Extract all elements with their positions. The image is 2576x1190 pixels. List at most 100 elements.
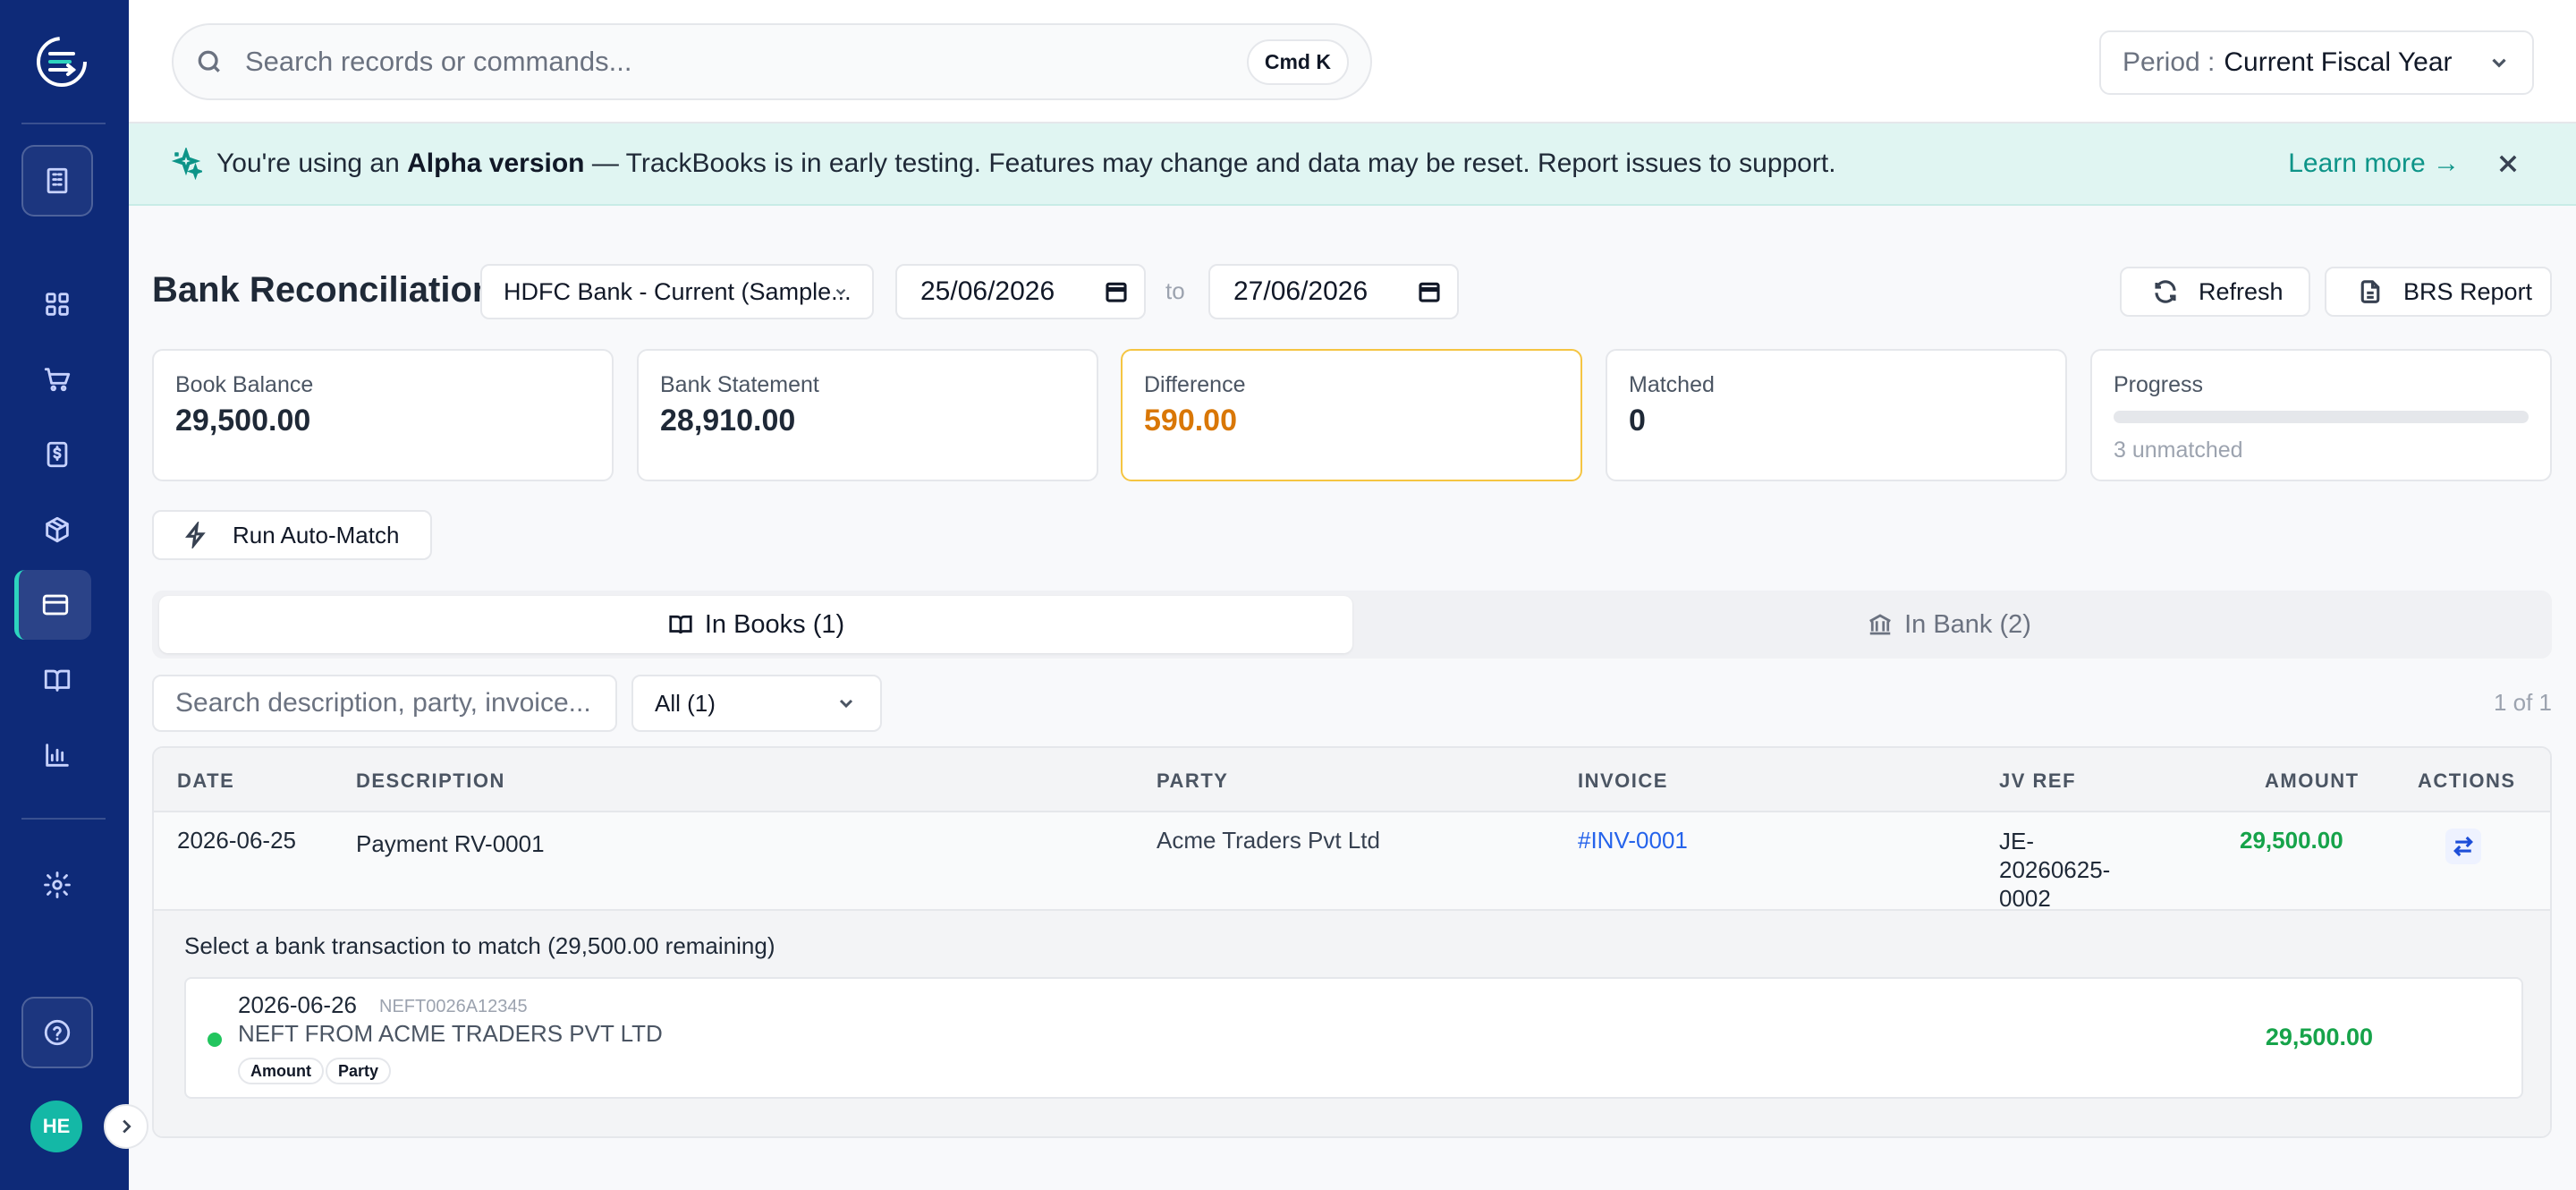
package-icon bbox=[46, 516, 69, 543]
reconciliation-tabs: In Books (1) In Bank (2) bbox=[152, 591, 2552, 659]
book-open-icon bbox=[669, 615, 692, 634]
user-avatar[interactable]: HE bbox=[30, 1101, 82, 1152]
match-status-dot bbox=[208, 1033, 222, 1047]
tab-label: In Books (1) bbox=[704, 609, 845, 639]
sidebar-item-banking[interactable] bbox=[14, 570, 91, 640]
bank-transaction-candidate[interactable]: 2026-06-26 NEFT0026A12345 NEFT FROM ACME… bbox=[184, 977, 2523, 1099]
help-button[interactable] bbox=[21, 997, 93, 1068]
company-switcher-button[interactable] bbox=[21, 145, 93, 217]
sidebar-item-inventory[interactable] bbox=[21, 501, 93, 558]
status-filter-value: All (1) bbox=[655, 689, 716, 717]
refresh-button[interactable]: Refresh bbox=[2120, 267, 2310, 317]
invoice-link[interactable]: #INV-0001 bbox=[1578, 827, 1688, 854]
zap-icon bbox=[184, 522, 206, 548]
bar-chart-icon bbox=[46, 744, 69, 767]
tab-in-books[interactable]: In Books (1) bbox=[159, 596, 1352, 653]
trackbooks-logo-icon[interactable] bbox=[32, 32, 91, 91]
chevron-down-icon bbox=[839, 699, 853, 709]
stat-label: Bank Statement bbox=[660, 372, 819, 397]
cell-date: 2026-06-25 bbox=[177, 827, 296, 854]
stat-value: 28,910.00 bbox=[660, 404, 796, 438]
table-row[interactable]: 2026-06-25 Payment RV-0001 Acme Traders … bbox=[154, 812, 2550, 912]
match-suggestions-panel: Select a bank transaction to match (29,5… bbox=[154, 911, 2550, 1136]
search-icon bbox=[198, 50, 220, 72]
calendar-icon[interactable] bbox=[1103, 278, 1130, 305]
date-from-input[interactable]: 25/06/2026 bbox=[895, 264, 1146, 319]
date-from-value: 25/06/2026 bbox=[920, 276, 1055, 306]
refresh-label: Refresh bbox=[2199, 277, 2284, 305]
status-filter-select[interactable]: All (1) bbox=[631, 675, 882, 732]
bank-account-value: HDFC Bank - Current (Sample... bbox=[504, 277, 852, 305]
command-search-input[interactable]: Search records or commands... Cmd K bbox=[172, 23, 1372, 100]
column-header-actions: ACTIONS bbox=[2418, 769, 2516, 792]
shortcut-badge: Cmd K bbox=[1246, 38, 1349, 85]
match-action-button[interactable] bbox=[2445, 829, 2481, 864]
period-value: Current Fiscal Year bbox=[2224, 47, 2453, 77]
tab-in-bank[interactable]: In Bank (2) bbox=[1352, 596, 2546, 653]
cell-party: Acme Traders Pvt Ltd bbox=[1157, 827, 1380, 854]
date-to-input[interactable]: 27/06/2026 bbox=[1208, 264, 1459, 319]
bank-icon bbox=[1869, 614, 1891, 635]
sidebar-item-ledger[interactable] bbox=[21, 651, 93, 709]
cell-amount: 29,500.00 bbox=[2240, 827, 2343, 854]
building-icon bbox=[47, 167, 68, 194]
match-tag-party: Party bbox=[326, 1058, 392, 1084]
column-header-amount: AMOUNT bbox=[2265, 769, 2360, 792]
help-circle-icon bbox=[44, 1019, 71, 1046]
book-open-icon bbox=[44, 669, 71, 692]
stat-card-matched: Matched 0 bbox=[1606, 349, 2067, 481]
sidebar-divider bbox=[21, 818, 106, 820]
stat-subtext: 3 unmatched bbox=[2114, 438, 2243, 463]
sidebar-item-sales[interactable] bbox=[21, 351, 93, 408]
progress-bar bbox=[2114, 411, 2529, 423]
page-title: Bank Reconciliation bbox=[152, 270, 495, 310]
stat-card-difference: Difference 590.00 bbox=[1121, 349, 1582, 481]
column-header-party: PARTY bbox=[1157, 769, 1229, 792]
sidebar-item-dashboard[interactable] bbox=[21, 276, 93, 333]
match-tag-amount: Amount bbox=[238, 1058, 324, 1084]
date-to-value: 27/06/2026 bbox=[1233, 276, 1368, 306]
chevron-down-icon bbox=[2492, 58, 2506, 68]
stat-label: Progress bbox=[2114, 372, 2204, 397]
table-header: DATE DESCRIPTION PARTY INVOICE JV REF AM… bbox=[154, 748, 2550, 812]
transaction-search-input[interactable]: Search description, party, invoice... bbox=[152, 675, 617, 732]
calendar-icon[interactable] bbox=[1416, 278, 1443, 305]
run-auto-match-button[interactable]: Run Auto-Match bbox=[152, 510, 432, 560]
match-panel-title: Select a bank transaction to match (29,5… bbox=[184, 932, 775, 959]
refresh-icon bbox=[2155, 280, 2176, 303]
sidebar-item-reports[interactable] bbox=[21, 727, 93, 784]
bank-account-select[interactable]: HDFC Bank - Current (Sample... bbox=[480, 264, 874, 319]
file-text-icon bbox=[2360, 280, 2380, 303]
cell-description: Payment RV-0001 bbox=[356, 830, 545, 857]
period-select[interactable]: Period : Current Fiscal Year bbox=[2099, 30, 2534, 95]
stat-label: Difference bbox=[1144, 372, 1246, 397]
receipt-dollar-icon bbox=[47, 441, 68, 468]
brs-report-button[interactable]: BRS Report bbox=[2325, 267, 2552, 317]
sidebar-item-expenses[interactable] bbox=[21, 426, 93, 483]
sidebar-expand-button[interactable] bbox=[104, 1104, 148, 1149]
alpha-banner: You're using an Alpha version — TrackBoo… bbox=[129, 123, 2576, 206]
column-header-invoice: INVOICE bbox=[1578, 769, 1668, 792]
grid-icon bbox=[46, 293, 69, 316]
candidate-date: 2026-06-26 bbox=[238, 991, 357, 1018]
search-placeholder: Search records or commands... bbox=[245, 46, 632, 77]
credit-card-icon bbox=[42, 594, 68, 616]
column-header-jv-ref: JV REF bbox=[1999, 769, 2077, 792]
stat-card-bank-statement: Bank Statement 28,910.00 bbox=[637, 349, 1098, 481]
sidebar-divider bbox=[21, 123, 106, 124]
pagination-info: 1 of 1 bbox=[2493, 689, 2552, 716]
learn-more-link[interactable]: Learn more → bbox=[2288, 149, 2460, 179]
auto-match-label: Run Auto-Match bbox=[233, 521, 400, 548]
stat-label: Book Balance bbox=[175, 372, 314, 397]
column-header-description: DESCRIPTION bbox=[356, 769, 505, 792]
period-label: Period : bbox=[2123, 47, 2216, 77]
search-placeholder: Search description, party, invoice... bbox=[175, 688, 591, 718]
candidate-description: NEFT FROM ACME TRADERS PVT LTD bbox=[238, 1020, 663, 1047]
stat-value: 29,500.00 bbox=[175, 404, 311, 438]
candidate-amount: 29,500.00 bbox=[2265, 1024, 2373, 1050]
sidebar: HE bbox=[0, 0, 148, 1190]
banner-message: You're using an Alpha version — TrackBoo… bbox=[216, 149, 1836, 178]
close-icon[interactable] bbox=[2496, 151, 2521, 176]
sidebar-item-settings[interactable] bbox=[21, 856, 93, 914]
arrows-swap-icon bbox=[2453, 836, 2473, 857]
